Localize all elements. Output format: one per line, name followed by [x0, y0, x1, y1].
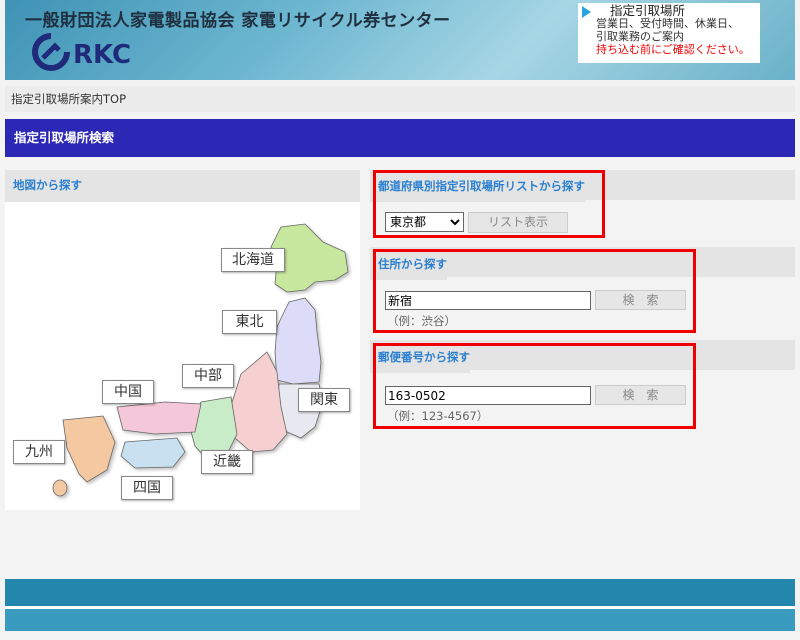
page-title: 指定引取場所検索 [5, 119, 795, 157]
label-chugoku[interactable]: 中国 [102, 380, 154, 404]
search-panels: 都道府県別指定引取場所リストから探す 東京都 リスト表示 住所から探す 検 索 … [370, 170, 795, 440]
site-title: 一般財団法人家電製品協会 家電リサイクル券センター [25, 11, 451, 31]
zip-highlight-box [373, 343, 696, 429]
map-panel: 地図から探す 北海道 東北 関東 中部 中国 近畿 九州 四国 [5, 170, 360, 510]
rkc-logo[interactable]: RKC [29, 30, 159, 74]
logo-text: RKC [73, 40, 131, 70]
region-tohoku[interactable] [274, 297, 322, 385]
region-kyushu[interactable] [62, 415, 116, 483]
map-heading: 地図から探す [5, 170, 360, 202]
footer-stripe [5, 609, 795, 631]
label-hokkaido[interactable]: 北海道 [221, 248, 285, 272]
breadcrumb[interactable]: 指定引取場所案内TOP [5, 86, 795, 112]
okinawa-island [52, 479, 68, 497]
label-chubu[interactable]: 中部 [182, 364, 234, 388]
notice-line2: 引取業務のご案内 [596, 30, 684, 43]
site-header: 一般財団法人家電製品協会 家電リサイクル券センター RKC 指定引取場所 営業日… [5, 0, 795, 80]
label-shikoku[interactable]: 四国 [121, 476, 173, 500]
label-kanto[interactable]: 関東 [298, 388, 350, 412]
site-footer [5, 579, 795, 631]
region-chugoku[interactable] [116, 401, 202, 435]
notice-box[interactable]: 指定引取場所 営業日、受付時間、休業日、 引取業務のご案内 持ち込む前にご確認く… [578, 3, 760, 63]
notice-line1: 営業日、受付時間、休業日、 [596, 17, 739, 30]
label-kinki[interactable]: 近畿 [201, 450, 253, 474]
label-kyushu[interactable]: 九州 [13, 440, 65, 464]
notice-title[interactable]: 指定引取場所 [610, 4, 760, 17]
pref-highlight-box [373, 170, 605, 238]
notice-warning: 持ち込む前にご確認ください。 [596, 43, 750, 56]
label-tohoku[interactable]: 東北 [222, 310, 277, 334]
address-highlight-box [373, 249, 696, 333]
play-triangle-icon [582, 6, 591, 18]
region-shikoku[interactable] [120, 437, 186, 469]
